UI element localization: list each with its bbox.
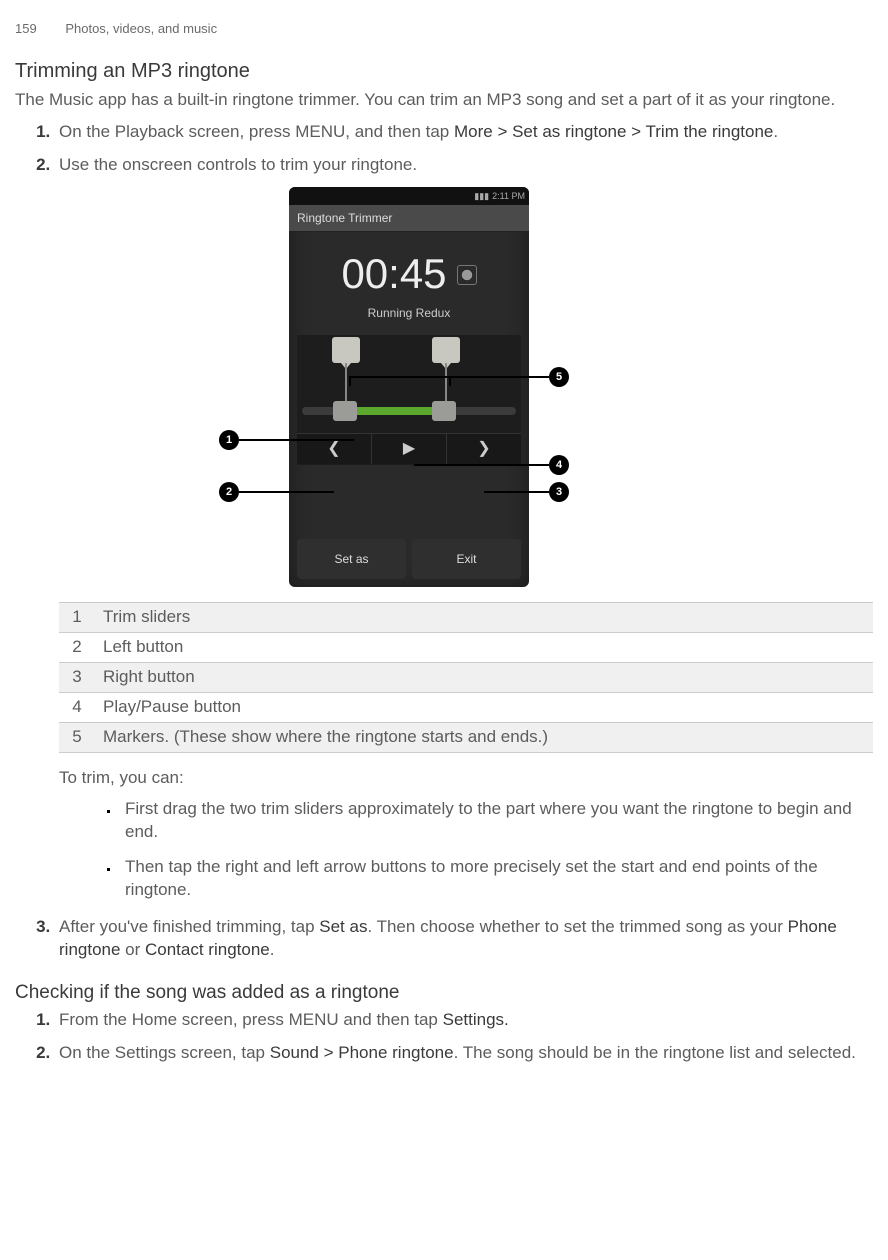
legend-text-5: Markers. (These show where the ringtone … [95,723,873,753]
set-as-button[interactable]: Set as [297,539,406,579]
sub-step-2-c: . The song should be in the ringtone lis… [454,1043,856,1062]
trim-slider-right[interactable] [432,401,456,421]
trim-sub-bullets: First drag the two trim sliders approxim… [59,798,873,902]
legend-row-2: 2Left button [59,633,873,663]
steps-list: On the Playback screen, press MENU, and … [15,121,873,961]
page-header: 159 Photos, videos, and music [15,20,873,38]
callout-drop-5b [449,376,451,386]
callout-line-1 [239,439,354,441]
sub-step-2: On the Settings screen, tap Sound > Phon… [55,1042,873,1065]
callout-1: 1 [219,430,239,450]
trim-slider-left[interactable] [333,401,357,421]
signal-icon: ▮▮▮ [474,190,489,202]
callout-5: 5 [549,367,569,387]
callout-line-2 [239,491,334,493]
legend-table: 1Trim sliders 2Left button 3Right button… [59,602,873,753]
section-title: Trimming an MP3 ringtone [15,58,873,85]
legend-text-1: Trim sliders [95,603,873,633]
callout-2: 2 [219,482,239,502]
step-1-text-b: More > Set as ringtone > Trim the ringto… [454,122,773,141]
callout-drop-5a [349,376,351,386]
chapter-title: Photos, videos, and music [65,21,217,36]
marker-line-left [345,363,347,403]
play-pause-button[interactable]: ▶ [372,434,447,464]
status-time: 2:11 PM [492,190,525,202]
callout-3: 3 [549,482,569,502]
step-1-text-a: On the Playback screen, press MENU, and … [59,122,454,141]
step-1-text-c: . [773,122,778,141]
step-3-text-c: . Then choose whether to set the trimmed… [367,917,787,936]
figure: ▮▮▮ 2:11 PM Ringtone Trimmer 00:45 Runni… [219,187,709,587]
legend-row-4: 4Play/Pause button [59,693,873,723]
step-2: Use the onscreen controls to trim your r… [55,154,873,901]
step-3-text-a: After you've finished trimming, tap [59,917,319,936]
sub-step-1-a: From the Home screen, press MENU and the… [59,1010,443,1029]
sub-steps-list: From the Home screen, press MENU and the… [15,1009,873,1065]
legend-row-3: 3Right button [59,663,873,693]
step-3-text-g: . [270,940,275,959]
speaker-icon [457,265,477,285]
app-title-bar: Ringtone Trimmer [289,205,529,232]
legend-row-1: 1Trim sliders [59,603,873,633]
status-bar: ▮▮▮ 2:11 PM [289,187,529,205]
start-marker[interactable] [332,337,360,363]
sub-step-1: From the Home screen, press MENU and the… [55,1009,873,1032]
timer-value: 00:45 [341,246,446,303]
marker-line-right [445,363,447,403]
next-button[interactable]: ❯ [447,434,521,464]
trim-intro: To trim, you can: [59,767,873,790]
intro-paragraph: The Music app has a built-in ringtone tr… [15,89,873,112]
song-title: Running Redux [289,305,529,321]
legend-text-3: Right button [95,663,873,693]
legend-num-3: 3 [59,663,95,693]
legend-text-4: Play/Pause button [95,693,873,723]
callout-line-4 [414,464,549,466]
end-marker[interactable] [432,337,460,363]
step-1: On the Playback screen, press MENU, and … [55,121,873,144]
bullet-1: First drag the two trim sliders approxim… [119,798,873,844]
sub-step-1-b: Settings. [443,1010,509,1029]
callout-4: 4 [549,455,569,475]
legend-text-2: Left button [95,633,873,663]
sub-step-2-b: Sound > Phone ringtone [270,1043,454,1062]
step-3-text-e: or [120,940,145,959]
legend-num-5: 5 [59,723,95,753]
legend-num-1: 1 [59,603,95,633]
screenshot: ▮▮▮ 2:11 PM Ringtone Trimmer 00:45 Runni… [289,187,529,587]
callout-line-3 [484,491,549,493]
step-3: After you've finished trimming, tap Set … [55,916,873,962]
step-3-text-f: Contact ringtone [145,940,270,959]
legend-num-4: 4 [59,693,95,723]
subsection-title: Checking if the song was added as a ring… [15,980,873,1006]
track-selection [345,407,445,415]
bottom-buttons: Set as Exit [297,539,521,579]
legend-num-2: 2 [59,633,95,663]
bullet-2: Then tap the right and left arrow button… [119,856,873,902]
legend-row-5: 5Markers. (These show where the ringtone… [59,723,873,753]
timer-display: 00:45 Running Redux [289,232,529,325]
page-number: 159 [15,21,37,36]
trim-area[interactable]: ❮ ▶ ❯ [297,335,521,465]
step-2-text: Use the onscreen controls to trim your r… [59,155,417,174]
step-3-text-b: Set as [319,917,367,936]
exit-button[interactable]: Exit [412,539,521,579]
playback-controls: ❮ ▶ ❯ [297,433,521,464]
sub-step-2-a: On the Settings screen, tap [59,1043,270,1062]
